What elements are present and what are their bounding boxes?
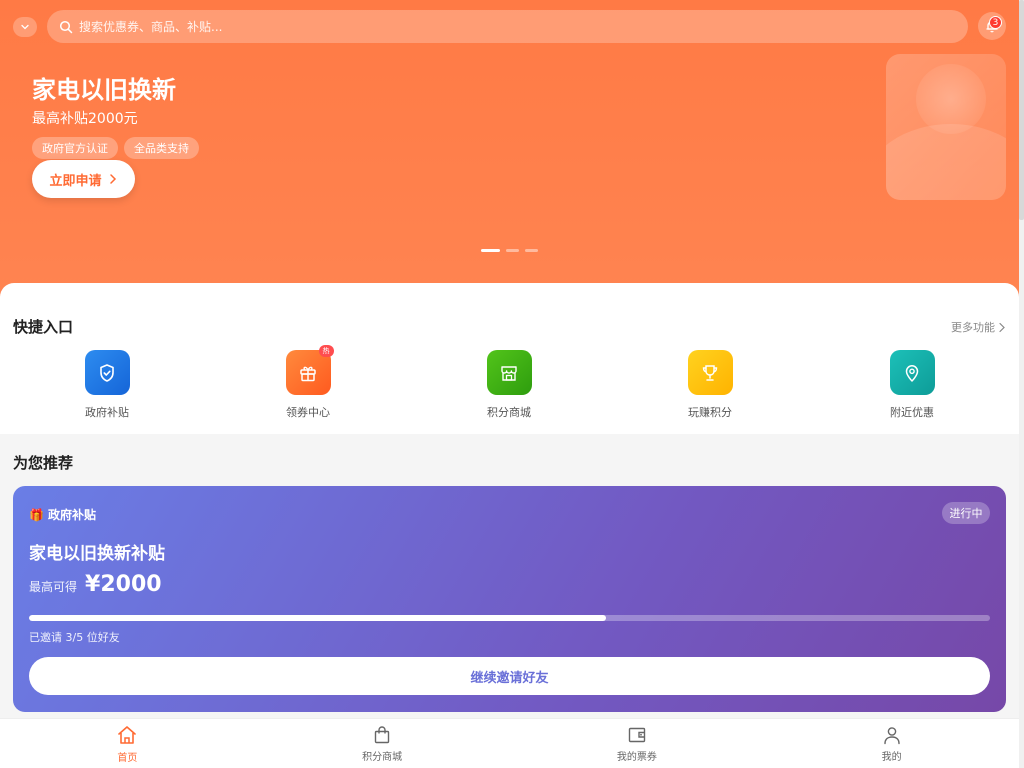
quick-item-label: 领券中心	[286, 406, 330, 419]
promo-tag-label: 政府补贴	[47, 508, 96, 522]
gift-icon: 热	[285, 345, 334, 395]
user-icon	[883, 726, 900, 744]
page-scrollbar[interactable]	[1019, 0, 1024, 768]
promo-amount: 最高可得 ¥2000	[29, 572, 162, 597]
nav-home[interactable]: 首页	[0, 719, 255, 768]
hero-decoration	[886, 54, 1006, 200]
promo-tag: 🎁 政府补贴	[29, 506, 96, 523]
more-features-link[interactable]: 更多功能	[951, 319, 1006, 335]
hero-banner[interactable]: 搜索优惠券、商品、补贴... 3 家电以旧换新 最高补贴2000元 政府官方认证…	[0, 0, 1024, 300]
nav-label: 我的	[881, 751, 902, 763]
hero-tag: 全品类支持	[124, 137, 199, 159]
apply-now-button[interactable]: 立即申请	[32, 160, 135, 198]
invite-progress-bar	[29, 615, 990, 621]
quick-item-label: 玩赚积分	[688, 406, 732, 419]
promo-title: 家电以旧换新补贴	[29, 544, 165, 564]
shopping-bag-icon	[374, 725, 390, 743]
quick-item-label: 积分商城	[487, 406, 531, 419]
apply-now-label: 立即申请	[49, 173, 102, 189]
store-icon	[486, 350, 532, 395]
quick-item-label: 附近优惠	[890, 406, 934, 419]
location-dropdown-button[interactable]	[13, 17, 37, 37]
nav-my-tickets[interactable]: 我的票券	[510, 719, 765, 768]
promo-card[interactable]: 🎁 政府补贴 进行中 家电以旧换新补贴 最高可得 ¥2000 已邀请 3/5 位…	[13, 486, 1006, 712]
nav-points-mall[interactable]: 积分商城	[255, 719, 510, 768]
quick-item-earn-points[interactable]: 玩赚积分	[670, 350, 750, 420]
promo-amount-value: ¥2000	[85, 572, 162, 597]
nav-label: 积分商城	[362, 751, 403, 763]
invite-progress-fill	[29, 615, 606, 621]
quick-item-label: 政府补贴	[85, 406, 129, 419]
search-bar[interactable]: 搜索优惠券、商品、补贴...	[47, 10, 968, 43]
carousel-dot[interactable]	[481, 249, 500, 252]
hot-badge: 热	[318, 345, 334, 357]
chevron-right-icon	[999, 322, 1005, 332]
bottom-nav: 首页 积分商城 我的票券 我的	[0, 718, 1019, 768]
hero-subtitle: 最高补贴2000元	[32, 111, 138, 127]
hero-title: 家电以旧换新	[32, 76, 176, 104]
quick-item-points-mall[interactable]: 积分商城	[469, 350, 549, 420]
trophy-icon	[687, 350, 733, 395]
status-badge: 进行中	[942, 502, 990, 524]
top-bar: 搜索优惠券、商品、补贴... 3	[0, 0, 1024, 54]
search-icon	[59, 20, 73, 33]
recommend-title: 为您推荐	[13, 454, 74, 472]
more-features-label: 更多功能	[951, 321, 995, 334]
wallet-icon	[628, 727, 646, 742]
location-pin-icon	[889, 350, 935, 395]
promo-amount-label: 最高可得	[29, 580, 78, 594]
quick-entry-title: 快捷入口	[13, 318, 74, 336]
quick-item-gov-subsidy[interactable]: 政府补贴	[67, 350, 147, 420]
nav-label: 首页	[117, 752, 138, 764]
nav-profile[interactable]: 我的	[764, 719, 1019, 768]
hero-tag: 政府官方认证	[32, 137, 118, 159]
hero-tags: 政府官方认证 全品类支持	[32, 137, 199, 159]
gift-icon: 🎁	[29, 507, 44, 522]
home-icon	[118, 725, 137, 744]
chevron-right-icon	[109, 174, 116, 184]
scrollbar-thumb[interactable]	[1019, 0, 1024, 220]
invite-progress-text: 已邀请 3/5 位好友	[29, 631, 120, 644]
notification-badge: 3	[989, 16, 1002, 29]
shield-check-icon	[84, 350, 130, 395]
quick-item-coupon-center[interactable]: 热 领券中心	[268, 345, 348, 420]
continue-invite-button[interactable]: 继续邀请好友	[29, 657, 990, 695]
carousel-dot[interactable]	[525, 249, 538, 252]
carousel-dot[interactable]	[506, 249, 519, 252]
chevron-down-icon	[21, 24, 29, 30]
quick-item-nearby-deals[interactable]: 附近优惠	[872, 350, 952, 420]
quick-entry-section: 快捷入口 更多功能 政府补贴 热 领券中心 积分商城 玩赚积分 附近优惠	[0, 283, 1019, 434]
notification-button[interactable]: 3	[978, 12, 1006, 40]
carousel-indicator	[481, 249, 538, 252]
search-placeholder: 搜索优惠券、商品、补贴...	[79, 20, 223, 34]
nav-label: 我的票券	[616, 751, 657, 763]
